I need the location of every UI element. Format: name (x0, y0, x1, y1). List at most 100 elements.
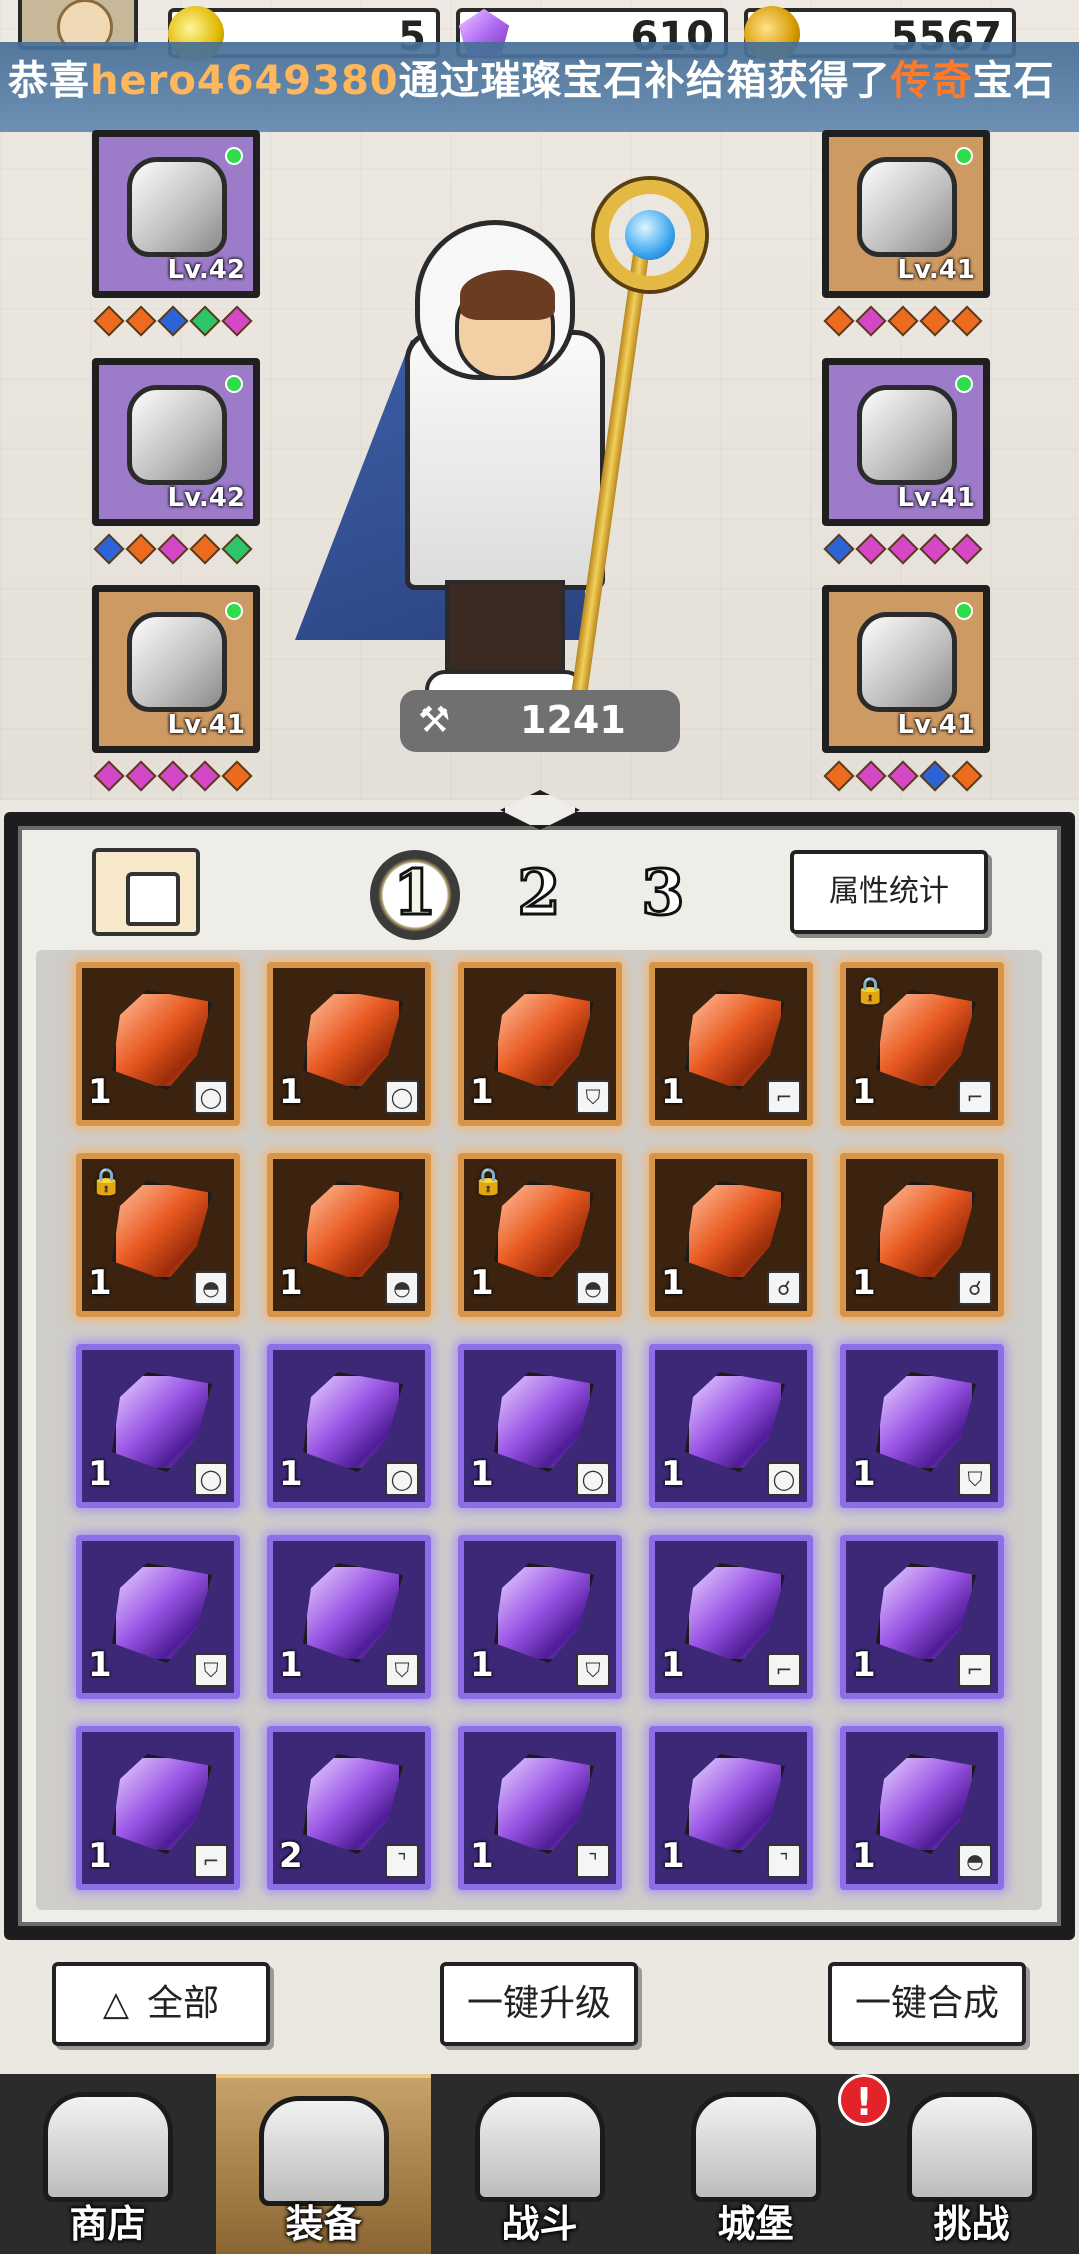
gem-cell[interactable]: 1 ⌐ (649, 962, 813, 1126)
filter-all-button[interactable]: △ 全部 (52, 1962, 270, 2046)
gem-cell[interactable]: 1 ◯ (458, 1344, 622, 1508)
socket-diamond-icon (221, 305, 253, 337)
orange-gem-icon (303, 990, 403, 1090)
lock-icon: 🔒 (472, 1167, 505, 1197)
equip-level: Lv.42 (167, 255, 245, 285)
gem-cell[interactable]: 1 ⛉ (267, 1535, 431, 1699)
equip-slot-helmet[interactable]: Lv.42 (92, 130, 260, 298)
purple-gem-icon (303, 1563, 403, 1663)
gem-cell[interactable]: 1 ◯ (649, 1344, 813, 1508)
nav-label: 战斗 (501, 2202, 578, 2246)
boot-icon (127, 612, 227, 712)
gem-quantity: 1 (852, 1645, 876, 1685)
socket-row (93, 533, 253, 566)
necklace-icon (857, 612, 957, 712)
gem-cell[interactable]: 1 ☌ (840, 1153, 1004, 1317)
gem-cell[interactable]: 1 ◯ (267, 962, 431, 1126)
helmet-slot-icon: ◓ (576, 1271, 610, 1305)
gem-cell[interactable]: 1 ⌐ (840, 1535, 1004, 1699)
equipped-indicator (955, 602, 973, 620)
nav-castle[interactable]: 城堡 (648, 2074, 863, 2254)
gem-quantity: 1 (470, 1645, 494, 1685)
equip-slot-ring[interactable]: Lv.41 (822, 358, 990, 526)
purple-gem-icon (685, 1372, 785, 1472)
marquee-rarity: 传奇 (890, 58, 973, 104)
merge-all-button[interactable]: 一键合成 (828, 1962, 1026, 2046)
socket-diamond-icon (125, 533, 157, 565)
armor-slot-icon: ⛉ (576, 1080, 610, 1114)
gem-cell[interactable]: 1 ⌐ (76, 1726, 240, 1890)
cape-icon (127, 385, 227, 485)
equip-level: Lv.41 (167, 710, 245, 740)
gem-cell[interactable]: 1 ⌐ (649, 1535, 813, 1699)
marquee-prefix: 恭喜 (8, 58, 90, 104)
socket-diamond-icon (855, 305, 887, 337)
lock-icon: 🔒 (90, 1167, 123, 1197)
gem-cell[interactable]: 🔒 1 ⌐ (840, 962, 1004, 1126)
gem-cell[interactable]: 1 ◯ (76, 962, 240, 1126)
gem-cell[interactable]: 1 ⛉ (458, 962, 622, 1126)
gem-quantity: 1 (470, 1836, 494, 1876)
gem-cell[interactable]: 2 ⌝ (267, 1726, 431, 1890)
socket-diamond-icon (189, 760, 221, 792)
purple-gem-icon (112, 1563, 212, 1663)
equipped-indicator (955, 147, 973, 165)
purple-gem-icon (685, 1754, 785, 1854)
equip-slot-armor[interactable]: Lv.42 (92, 358, 260, 526)
gem-cell[interactable]: 1 ⛉ (840, 1344, 1004, 1508)
nav-crossed-swords[interactable]: 战斗 (432, 2074, 647, 2254)
nav-label: 挑战 (933, 2202, 1010, 2246)
attribute-stats-button[interactable]: 属性统计 (790, 850, 988, 934)
gem-quantity: 1 (279, 1072, 303, 1112)
gem-cell[interactable]: 1 ◓ (267, 1153, 431, 1317)
gem-cell[interactable]: 🔒 1 ◓ (76, 1153, 240, 1317)
socket-diamond-icon (93, 533, 125, 565)
gem-cell[interactable]: 1 ◓ (840, 1726, 1004, 1890)
filter-label: 全部 (147, 1983, 220, 2024)
tab-2[interactable]: 2 (494, 850, 584, 940)
shop-icon (42, 2092, 173, 2202)
ring-slot-icon: ◯ (194, 1080, 228, 1114)
orange-gem-icon (494, 1181, 594, 1281)
gem-cell[interactable]: 1 ⛉ (458, 1535, 622, 1699)
hero-character[interactable] (295, 130, 785, 750)
equip-level: Lv.42 (167, 483, 245, 513)
nav-shop[interactable]: 商店 (0, 2074, 215, 2254)
ring-slot-icon: ◯ (194, 1462, 228, 1496)
tab-1[interactable]: 1 (370, 850, 460, 940)
equip-slot-boots[interactable]: Lv.41 (92, 585, 260, 753)
purple-gem-icon (494, 1372, 594, 1472)
wardrobe-button[interactable] (92, 848, 200, 936)
socket-diamond-icon (157, 305, 189, 337)
gem-cell[interactable]: 1 ⌝ (649, 1726, 813, 1890)
socket-diamond-icon (855, 533, 887, 565)
orange-gem-icon (876, 990, 976, 1090)
gem-cell[interactable]: 1 ◯ (76, 1344, 240, 1508)
necklace-slot-icon: ☌ (958, 1271, 992, 1305)
tab-3[interactable]: 3 (618, 850, 708, 940)
gem-cell[interactable]: 1 ⌝ (458, 1726, 622, 1890)
socket-diamond-icon (951, 533, 983, 565)
gem-quantity: 1 (279, 1454, 303, 1494)
gem-cell[interactable]: 1 ☌ (649, 1153, 813, 1317)
purple-gem-icon (685, 1563, 785, 1663)
gem-cell[interactable]: 🔒 1 ◓ (458, 1153, 622, 1317)
socket-diamond-icon (189, 305, 221, 337)
marquee-user: hero4649380 (90, 58, 399, 104)
gem-cell[interactable]: 1 ⛉ (76, 1535, 240, 1699)
upgrade-all-button[interactable]: 一键升级 (440, 1962, 638, 2046)
orange-gem-icon (685, 990, 785, 1090)
necklace-slot-icon: ☌ (767, 1271, 801, 1305)
socket-diamond-icon (157, 533, 189, 565)
gem-cell[interactable]: 1 ◯ (267, 1344, 431, 1508)
nav-label: 装备 (285, 2202, 362, 2246)
nav-shield[interactable]: 挑战 (864, 2074, 1079, 2254)
equip-slot-gloves[interactable]: Lv.41 (822, 130, 990, 298)
nav-backpack[interactable]: 装备 (216, 2074, 431, 2254)
gem-quantity: 1 (852, 1454, 876, 1494)
equip-slot-necklace[interactable]: Lv.41 (822, 585, 990, 753)
gem-quantity: 1 (470, 1263, 494, 1303)
crossed-swords-icon (474, 2092, 605, 2202)
purple-gem-icon (494, 1754, 594, 1854)
socket-diamond-icon (189, 533, 221, 565)
